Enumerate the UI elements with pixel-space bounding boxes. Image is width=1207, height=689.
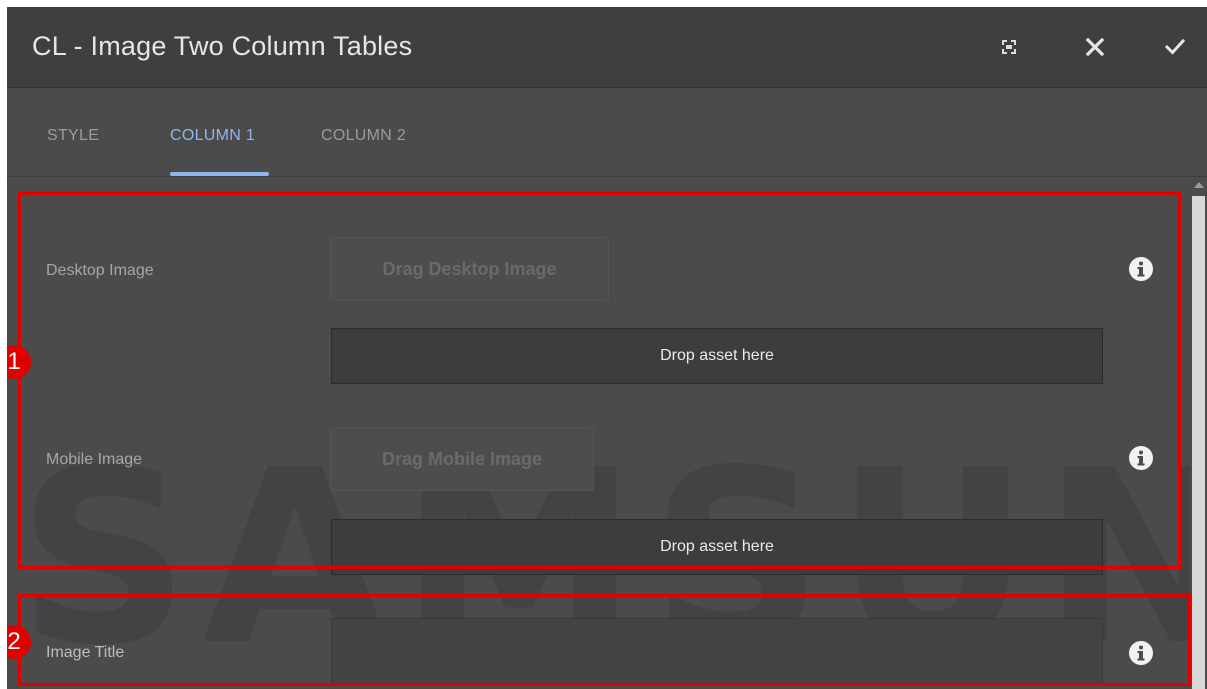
tab-bar: STYLE COLUMN 1 COLUMN 2 [7, 89, 1207, 177]
image-title-label: Image Title [46, 644, 125, 661]
tab-column-1[interactable]: COLUMN 1 [170, 127, 255, 145]
info-icon[interactable] [1128, 256, 1154, 282]
tab-column-2[interactable]: COLUMN 2 [321, 127, 406, 145]
image-title-input[interactable] [331, 618, 1103, 684]
fullscreen-button[interactable] [995, 33, 1023, 61]
vertical-scrollbar[interactable] [1190, 178, 1207, 689]
tab-style[interactable]: STYLE [47, 127, 99, 145]
active-tab-indicator [170, 172, 269, 176]
mobile-image-label: Mobile Image [46, 451, 143, 468]
close-button[interactable] [1081, 33, 1109, 61]
desktop-image-label: Desktop Image [46, 262, 154, 279]
fullscreen-icon [1002, 40, 1016, 54]
info-icon[interactable] [1128, 445, 1154, 471]
mobile-image-drag-target[interactable]: Drag Mobile Image [330, 427, 594, 491]
dialog-header: CL - Image Two Column Tables [7, 7, 1207, 88]
scrollbar-thumb[interactable] [1192, 196, 1205, 689]
dialog: CL - Image Two Column Tables STYLE COLUM… [7, 7, 1207, 689]
checkmark-icon [1164, 38, 1186, 55]
mobile-image-drop-zone[interactable]: Drop asset here [331, 519, 1103, 575]
dialog-title: CL - Image Two Column Tables [32, 31, 413, 61]
desktop-image-drop-zone[interactable]: Drop asset here [331, 328, 1103, 384]
done-button[interactable] [1161, 33, 1189, 61]
scroll-up-arrow-icon[interactable] [1194, 182, 1204, 188]
info-icon[interactable] [1128, 640, 1154, 666]
close-icon [1085, 37, 1105, 57]
tab-content: SAMSUNG Desktop Image Drag Desktop Image… [7, 178, 1207, 689]
annotation-badge-1: 1 [7, 345, 31, 379]
desktop-image-drag-target[interactable]: Drag Desktop Image [330, 237, 609, 301]
